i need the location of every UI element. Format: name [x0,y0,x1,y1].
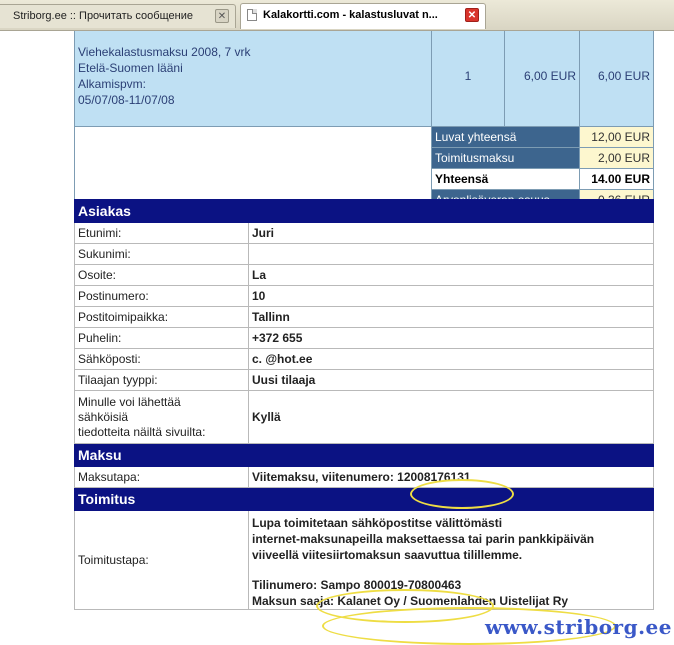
table-row: Osoite: La [74,264,654,286]
price-cell: 6,00 EUR [504,31,580,127]
table-row: Minulle voi lähettää sähköisiä tiedottei… [74,390,654,444]
field-label: Etunimi: [74,222,249,244]
summary-label: Luvat yhteensä [431,126,580,148]
tab-kalakortti[interactable]: Kalakortti.com - kalastusluvat n... ✕ [240,3,486,29]
page-icon [247,9,257,21]
field-value: Uusi tilaaja [248,369,654,391]
table-row: Postitoimipaikka: Tallinn [74,306,654,328]
field-label: Minulle voi lähettää sähköisiä tiedottei… [74,390,249,444]
section-title: Asiakas [74,199,654,223]
tab-label: Kalakortti.com - kalastusluvat n... [263,9,438,21]
customer-table: Asiakas Etunimi: Juri Sukunimi: Osoite: … [74,199,654,610]
product-start-label: Alkamispvm: [78,77,147,91]
field-value: Viitemaksu, viitenumero: 12008176131 [248,466,654,488]
tab-label: Striborg.ee :: Прочитать сообщение [13,10,193,22]
table-row: Toimitustapa: Lupa toimitetaan sähköpost… [74,510,654,610]
table-row: Etunimi: Juri [74,222,654,244]
field-value: Tallinn [248,306,654,328]
field-label: Puhelin: [74,327,249,349]
product-region: Etelä-Suomen lääni [78,61,183,75]
field-value: c. @hot.ee [248,348,654,370]
tab-striborg[interactable]: Striborg.ee :: Прочитать сообщение ✕ [0,4,236,28]
order-table: Viehekalastusmaksu 2008, 7 vrk Etelä-Suo… [74,31,654,211]
field-label: Toimitustapa: [74,510,249,610]
field-label: Maksutapa: [74,466,249,488]
table-row: Sukunimi: [74,243,654,265]
field-value [248,243,654,265]
close-tab-icon[interactable]: ✕ [215,9,229,23]
field-label: Osoite: [74,264,249,286]
product-dates: 05/07/08-11/07/08 [78,93,175,107]
browser-tab-bar: Striborg.ee :: Прочитать сообщение ✕ Kal… [0,0,674,31]
field-value: La [248,264,654,286]
section-title: Maksu [74,443,654,467]
order-row: Viehekalastusmaksu 2008, 7 vrk Etelä-Suo… [74,31,654,127]
field-label: Sähköposti: [74,348,249,370]
field-value: Juri [248,222,654,244]
table-row: Sähköposti: c. @hot.ee [74,348,654,370]
page-content: Viehekalastusmaksu 2008, 7 vrk Etelä-Suo… [0,31,674,645]
field-label: Postitoimipaikka: [74,306,249,328]
field-value: Lupa toimitetaan sähköpostitse välittömä… [248,510,654,610]
table-row: Puhelin: +372 655 [74,327,654,349]
field-value: 10 [248,285,654,307]
quantity-cell: 1 [431,31,505,127]
summary-value: 12,00 EUR [579,126,654,148]
table-row: Maksutapa: Viitemaksu, viitenumero: 1200… [74,466,654,488]
field-label: Tilaajan tyyppi: [74,369,249,391]
section-title: Toimitus [74,487,654,511]
product-cell: Viehekalastusmaksu 2008, 7 vrk Etelä-Suo… [74,31,432,127]
summary-value: 14.00 EUR [579,168,654,190]
summary-label: Toimitusmaksu [431,147,580,169]
total-cell: 6,00 EUR [579,31,654,127]
table-row: Postinumero: 10 [74,285,654,307]
field-label: Postinumero: [74,285,249,307]
summary-value: 2,00 EUR [579,147,654,169]
table-row: Tilaajan tyyppi: Uusi tilaaja [74,369,654,391]
summary-row: Luvat yhteensä 12,00 EUR [74,126,654,211]
field-value: Kyllä [248,390,654,444]
field-label: Sukunimi: [74,243,249,265]
product-name: Viehekalastusmaksu 2008, 7 vrk [78,45,251,59]
field-value: +372 655 [248,327,654,349]
summary-label: Yhteensä [431,168,580,190]
watermark: www.striborg.ee [485,615,672,639]
close-tab-icon[interactable]: ✕ [465,8,479,22]
order-frame: Viehekalastusmaksu 2008, 7 vrk Etelä-Suo… [74,31,654,631]
